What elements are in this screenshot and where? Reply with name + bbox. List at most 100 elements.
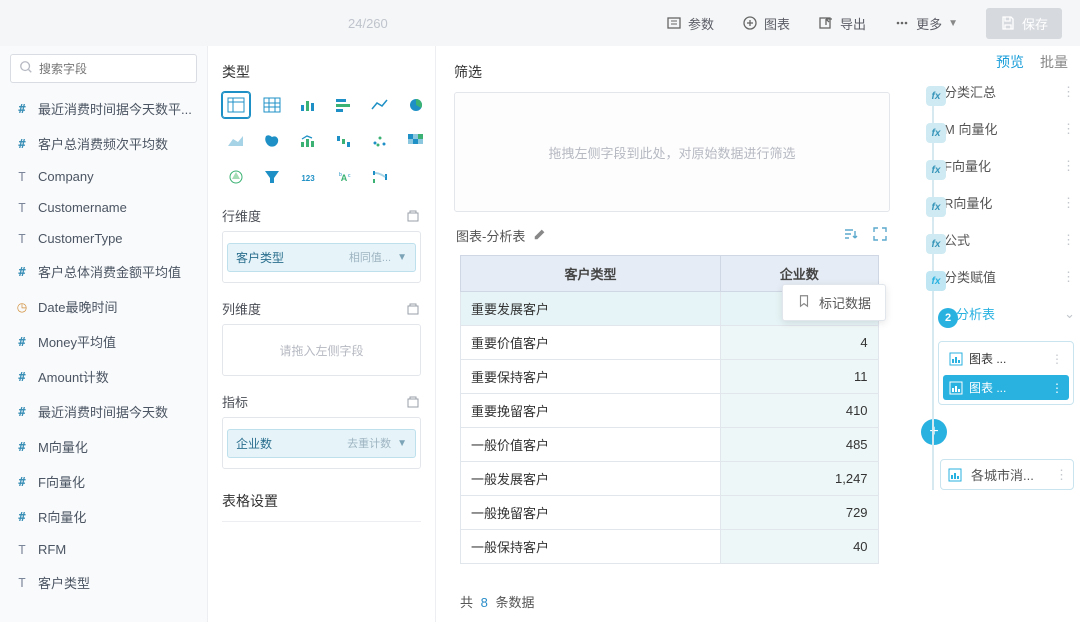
type-radar-icon[interactable] (222, 164, 250, 190)
cell-value[interactable]: 40 (720, 530, 878, 564)
flow-node[interactable]: fxM 向量化⋮ (944, 119, 1074, 138)
add-chart-button[interactable]: 图表 (742, 14, 790, 33)
field-item[interactable]: T客户类型 (10, 567, 197, 598)
cell-category[interactable]: 一般保持客户 (461, 530, 721, 564)
field-item[interactable]: #客户总消费频次平均数 (10, 128, 197, 159)
tab-batch[interactable]: 批量 (1040, 52, 1068, 72)
table-row[interactable]: 重要保持客户11 (461, 360, 879, 394)
field-item[interactable]: #R向量化 (10, 501, 197, 532)
type-crosstab-icon[interactable] (258, 92, 286, 118)
type-scatter-icon[interactable] (366, 128, 394, 154)
field-item[interactable]: #Money平均值 (10, 326, 197, 357)
col-header-1[interactable]: 客户类型 (461, 256, 721, 292)
tab-preview[interactable]: 预览 (996, 52, 1024, 72)
ellipsis-icon[interactable]: ⋮ (1062, 84, 1074, 100)
save-button[interactable]: 保存 (986, 8, 1062, 39)
flow-chart-item[interactable]: 图表 ... ⋮ (943, 346, 1069, 371)
sort-icon[interactable] (842, 226, 858, 245)
cell-category[interactable]: 一般挽留客户 (461, 496, 721, 530)
field-item[interactable]: ◷Date最晚时间 (10, 291, 197, 322)
ellipsis-icon[interactable]: ⋮ (1062, 121, 1074, 137)
ellipsis-icon[interactable]: ⋮ (1051, 352, 1063, 366)
filter-dropzone[interactable]: 拖拽左侧字段到此处，对原始数据进行筛选 (454, 92, 890, 212)
type-group-table-icon[interactable] (222, 92, 250, 118)
type-map-icon[interactable] (258, 128, 286, 154)
add-node-button[interactable]: + (921, 419, 947, 445)
cell-value[interactable]: 485 (720, 428, 878, 462)
cell-category[interactable]: 一般价值客户 (461, 428, 721, 462)
cell-category[interactable]: 一般发展客户 (461, 462, 721, 496)
row-dim-dropzone[interactable]: 客户类型 相同值... ▼ (222, 231, 421, 283)
export-button[interactable]: 导出 (818, 14, 866, 33)
ellipsis-icon[interactable]: ⋮ (1062, 269, 1074, 285)
edit-chart-title-icon[interactable] (533, 227, 547, 244)
type-area-icon[interactable] (222, 128, 250, 154)
col-dim-dropzone[interactable]: 请拖入左侧字段 (222, 324, 421, 376)
type-wordcloud-icon[interactable]: Abc (330, 164, 358, 190)
field-item[interactable]: #最近消费时间据今天数平... (10, 93, 197, 124)
ellipsis-icon[interactable]: ⋮ (1062, 158, 1074, 174)
field-item[interactable]: #M向量化 (10, 431, 197, 462)
type-number-icon[interactable]: 123 (294, 164, 322, 190)
chevron-down-icon[interactable]: ⌄ (1064, 306, 1074, 322)
metric-dropzone[interactable]: 企业数 去重计数 ▼ (222, 417, 421, 469)
more-button[interactable]: 更多 ▼ (894, 14, 958, 33)
flow-node[interactable]: fx分类汇总⋮ (944, 82, 1074, 101)
flow-node[interactable]: fxF向量化⋮ (944, 156, 1074, 175)
field-item[interactable]: TRFM (10, 536, 197, 563)
search-field-box[interactable] (10, 54, 197, 83)
table-row[interactable]: 一般挽留客户729 (461, 496, 879, 530)
type-heatmap-icon[interactable] (402, 128, 430, 154)
field-item[interactable]: #Amount计数 (10, 361, 197, 392)
flow-node[interactable]: fxR向量化⋮ (944, 193, 1074, 212)
metric-chip[interactable]: 企业数 去重计数 ▼ (227, 429, 416, 458)
field-item[interactable]: #F向量化 (10, 466, 197, 497)
field-item[interactable]: TCustomername (10, 194, 197, 221)
cell-category[interactable]: 重要价值客户 (461, 326, 721, 360)
table-row[interactable]: 重要挽留客户410 (461, 394, 879, 428)
field-item[interactable]: #客户总体消费金额平均值 (10, 256, 197, 287)
flow-chart-item-active[interactable]: 图表 ... ⋮ (943, 375, 1069, 400)
number-icon: # (14, 137, 30, 151)
type-sankey-icon[interactable] (366, 164, 394, 190)
ellipsis-icon[interactable]: ⋮ (1055, 467, 1067, 483)
field-item[interactable]: #最近消费时间据今天数 (10, 396, 197, 427)
cell-value[interactable]: 1,247 (720, 462, 878, 496)
type-funnel-icon[interactable] (258, 164, 286, 190)
flow-node[interactable]: fx公式⋮ (944, 230, 1074, 249)
flow-node[interactable]: fx分类赋值⋮ (944, 267, 1074, 286)
type-line-icon[interactable] (366, 92, 394, 118)
svg-text:c: c (348, 173, 351, 179)
col-dim-expand-icon[interactable] (405, 301, 421, 317)
type-bar-icon[interactable] (330, 92, 358, 118)
type-column-icon[interactable] (294, 92, 322, 118)
cell-value[interactable]: 729 (720, 496, 878, 530)
context-menu[interactable]: 标记数据 (782, 284, 886, 321)
cell-category[interactable]: 重要保持客户 (461, 360, 721, 394)
cell-value[interactable]: 4 (720, 326, 878, 360)
ellipsis-icon[interactable]: ⋮ (1051, 381, 1063, 395)
flow-node-analysis[interactable]: 2 分析表 ⌄ (956, 304, 1074, 323)
flow-node-cities[interactable]: 各城市消... ⋮ (940, 459, 1074, 490)
field-item[interactable]: TCompany (10, 163, 197, 190)
table-row[interactable]: 重要价值客户4 (461, 326, 879, 360)
metric-expand-icon[interactable] (405, 394, 421, 410)
cell-value[interactable]: 11 (720, 360, 878, 394)
table-row[interactable]: 一般价值客户485 (461, 428, 879, 462)
type-waterfall-icon[interactable] (330, 128, 358, 154)
cell-category[interactable]: 重要发展客户 (461, 292, 721, 326)
type-combo-icon[interactable] (294, 128, 322, 154)
params-button[interactable]: 参数 (666, 14, 714, 33)
cell-category[interactable]: 重要挽留客户 (461, 394, 721, 428)
cell-value[interactable]: 410 (720, 394, 878, 428)
fullscreen-icon[interactable] (872, 226, 888, 245)
type-pie-icon[interactable] (402, 92, 430, 118)
row-dim-chip[interactable]: 客户类型 相同值... ▼ (227, 243, 416, 272)
field-item[interactable]: TCustomerType (10, 225, 197, 252)
row-dim-expand-icon[interactable] (405, 208, 421, 224)
table-row[interactable]: 一般保持客户40 (461, 530, 879, 564)
search-input[interactable] (39, 62, 194, 76)
table-row[interactable]: 一般发展客户1,247 (461, 462, 879, 496)
ellipsis-icon[interactable]: ⋮ (1062, 232, 1074, 248)
ellipsis-icon[interactable]: ⋮ (1062, 195, 1074, 211)
